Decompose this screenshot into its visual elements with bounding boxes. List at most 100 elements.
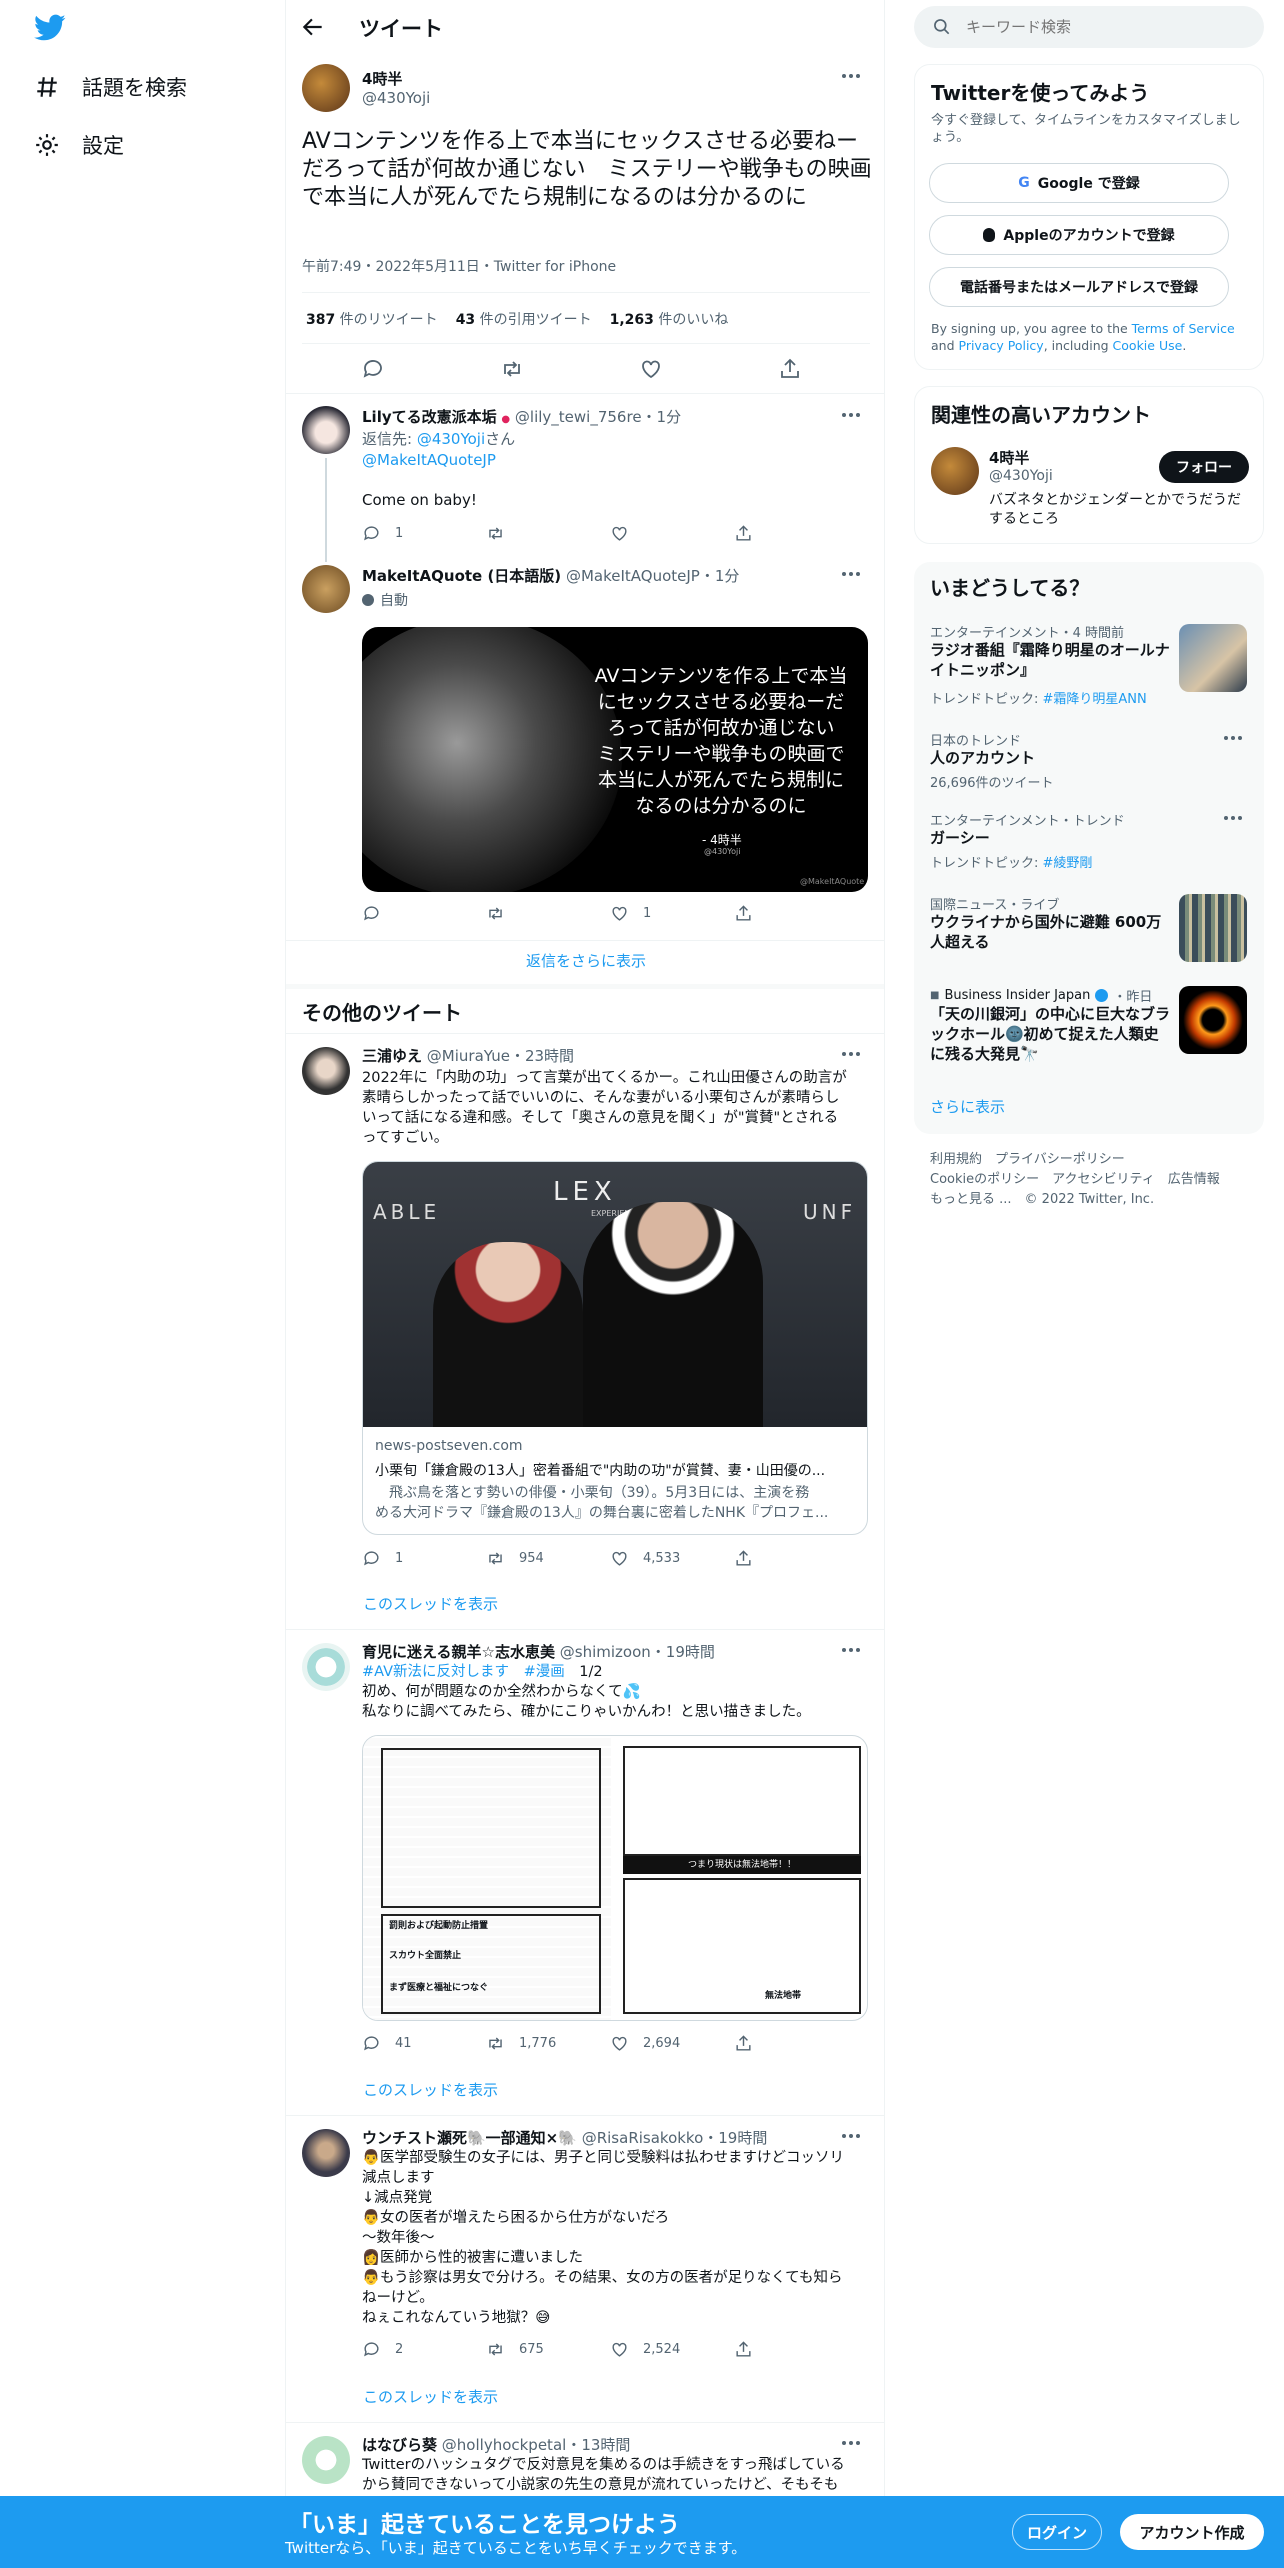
privacy-link[interactable]: Privacy Policy xyxy=(959,338,1044,353)
footer-ads-link[interactable]: 広告情報 xyxy=(1168,1172,1220,1187)
footer-terms-link[interactable]: 利用規約 xyxy=(930,1152,982,1167)
reply-button[interactable]: 1 xyxy=(362,1549,486,1568)
retweet-button[interactable] xyxy=(500,357,524,385)
tweet-time[interactable]: ・23時間 xyxy=(510,1047,574,1065)
tweet-time[interactable]: ・19時間 xyxy=(651,1643,715,1661)
mention-link[interactable]: @430Yoji xyxy=(417,430,485,448)
tweet-time[interactable]: ・19時間 xyxy=(703,2129,767,2147)
share-button[interactable] xyxy=(778,357,802,385)
hashtag-link[interactable]: #綾野剛 xyxy=(1043,856,1093,871)
like-button[interactable]: 4,533 xyxy=(610,1549,734,1568)
quote-stat[interactable]: 43 件の引用ツイート xyxy=(456,309,592,329)
more-icon[interactable] xyxy=(842,572,866,580)
reply-button[interactable]: 1 xyxy=(362,524,486,543)
tweet-time[interactable]: ・1分 xyxy=(642,408,682,426)
avatar[interactable] xyxy=(302,1643,350,1691)
author-handle[interactable]: @MakeItAQuoteJP xyxy=(566,567,700,585)
link-card[interactable]: ABLE UNF LEX EXPERIENCE news-postseven.c… xyxy=(362,1161,868,1535)
more-icon[interactable] xyxy=(842,1052,866,1060)
like-button[interactable]: 2,524 xyxy=(610,2340,734,2359)
quote-image[interactable]: AVコンテンツを作る上で本当 にセックスさせる必要ねーだ ろって話が何故か通じないミ… xyxy=(362,627,868,892)
show-thread-link[interactable]: このスレッドを表示 xyxy=(363,2079,498,2100)
trend-item[interactable]: エンターテインメント・トレンド ガーシー トレンドトピック: #綾野剛 xyxy=(914,810,1264,871)
author-handle[interactable]: @hollyhockpetal xyxy=(442,2436,567,2454)
footer-more-link[interactable]: もっと見る ... xyxy=(930,1192,1012,1207)
author-handle[interactable]: @RisaRisakokko xyxy=(582,2129,704,2147)
retweet-button[interactable]: 954 xyxy=(486,1549,610,1568)
share-button[interactable] xyxy=(734,1549,858,1568)
more-icon[interactable] xyxy=(842,1648,866,1656)
author-name[interactable]: MakeItAQuote (日本語版) xyxy=(362,567,561,585)
nav-explore[interactable]: 話題を検索 xyxy=(34,72,187,102)
account-handle[interactable]: @430Yoji xyxy=(989,468,1053,484)
like-button[interactable] xyxy=(610,524,734,543)
signup-button[interactable]: アカウント作成 xyxy=(1120,2514,1264,2550)
search-box[interactable] xyxy=(914,6,1264,48)
more-icon[interactable] xyxy=(1224,816,1248,824)
hashtag-link[interactable]: #漫画 xyxy=(524,1664,565,1680)
more-icon[interactable] xyxy=(842,413,866,421)
retweet-button[interactable]: 675 xyxy=(486,2340,610,2359)
reply-button[interactable]: 2 xyxy=(362,2340,486,2359)
reply-button[interactable]: 41 xyxy=(362,2034,486,2053)
follow-button[interactable]: フォロー xyxy=(1159,451,1249,483)
author-handle[interactable]: @MiuraYue xyxy=(427,1047,510,1065)
phone-email-signup-button[interactable]: 電話番号またはメールアドレスで登録 xyxy=(929,267,1229,307)
avatar[interactable] xyxy=(931,447,979,495)
cookie-link[interactable]: Cookie Use xyxy=(1113,338,1183,353)
reply-button[interactable] xyxy=(361,357,385,385)
mention-link[interactable]: @MakeItAQuoteJP xyxy=(362,450,496,470)
retweet-button[interactable] xyxy=(486,904,610,923)
share-button[interactable] xyxy=(734,2034,858,2053)
show-more-replies-link[interactable]: 返信をさらに表示 xyxy=(286,950,884,971)
author-name[interactable]: Lilyてる改憲派本垢 xyxy=(362,408,497,426)
terms-link[interactable]: Terms of Service xyxy=(1132,321,1235,336)
avatar[interactable] xyxy=(302,406,350,454)
author-name[interactable]: 三浦ゆえ xyxy=(362,1047,422,1065)
show-thread-link[interactable]: このスレッドを表示 xyxy=(363,2386,498,2407)
footer-cookie-link[interactable]: Cookieのポリシー xyxy=(930,1172,1039,1187)
retweet-button[interactable] xyxy=(486,524,610,543)
back-arrow-icon[interactable] xyxy=(300,14,326,40)
account-name[interactable]: 4時半 xyxy=(989,447,1029,468)
trend-item[interactable]: エンターテインメント・4 時間前 ラジオ番組『霜降り明星のオールナイトニッポン』… xyxy=(914,622,1264,712)
search-input[interactable] xyxy=(966,18,1246,36)
apple-signup-button[interactable]: Appleのアカウントで登録 xyxy=(929,215,1229,255)
retweet-button[interactable]: 1,776 xyxy=(486,2034,610,2053)
show-thread-link[interactable]: このスレッドを表示 xyxy=(363,1593,498,1614)
more-icon[interactable] xyxy=(842,74,866,82)
google-signup-button[interactable]: G Google で登録 xyxy=(929,163,1229,203)
footer-accessibility-link[interactable]: アクセシビリティ xyxy=(1052,1172,1155,1187)
show-more-trends-link[interactable]: さらに表示 xyxy=(930,1096,1005,1117)
author-name[interactable]: 育児に迷える親羊☆志水恵美 xyxy=(362,1643,555,1661)
avatar[interactable] xyxy=(302,2129,350,2177)
like-stat[interactable]: 1,263 件のいいね xyxy=(610,309,729,329)
avatar[interactable] xyxy=(302,64,350,112)
login-button[interactable]: ログイン xyxy=(1012,2514,1102,2550)
author-handle[interactable]: @shimizoon xyxy=(560,1643,651,1661)
retweet-stat[interactable]: 387 件のリツイート xyxy=(306,309,438,329)
hashtag-link[interactable]: #AV新法に反対します xyxy=(362,1664,509,1680)
author-handle[interactable]: @lily_tewi_756re xyxy=(515,408,642,426)
tweet-time[interactable]: ・13時間 xyxy=(566,2436,630,2454)
nav-settings[interactable]: 設定 xyxy=(34,130,124,160)
avatar[interactable] xyxy=(302,565,350,613)
author-name[interactable]: 4時半 xyxy=(362,68,402,89)
reply-button[interactable] xyxy=(362,904,486,923)
more-icon[interactable] xyxy=(1224,736,1248,744)
author-handle[interactable]: @430Yoji xyxy=(362,89,430,107)
manga-images[interactable]: 罰則および起動防止措置 スカウト全面禁止 まず医療と福祉につなぐ つまり現状は無… xyxy=(362,1735,868,2021)
more-icon[interactable] xyxy=(842,2441,866,2449)
author-name[interactable]: はなびら葵 xyxy=(362,2436,437,2454)
share-button[interactable] xyxy=(734,2340,858,2359)
author-name[interactable]: ウンチスト瀬死🐘一部通知×🐘 xyxy=(362,2129,577,2147)
more-icon[interactable] xyxy=(842,2134,866,2142)
trend-item[interactable]: 日本のトレンド 人のアカウント 26,696件のツイート xyxy=(914,730,1264,791)
avatar[interactable] xyxy=(302,2436,350,2484)
tweet-time[interactable]: ・1分 xyxy=(700,567,740,585)
hashtag-link[interactable]: #霜降り明星ANN xyxy=(1043,692,1147,707)
like-button[interactable]: 1 xyxy=(610,904,734,923)
like-button[interactable] xyxy=(639,357,663,385)
tweet-timestamp[interactable]: 午前7:49・2022年5月11日・Twitter for iPhone xyxy=(302,256,616,276)
footer-privacy-link[interactable]: プライバシーポリシー xyxy=(995,1152,1125,1167)
